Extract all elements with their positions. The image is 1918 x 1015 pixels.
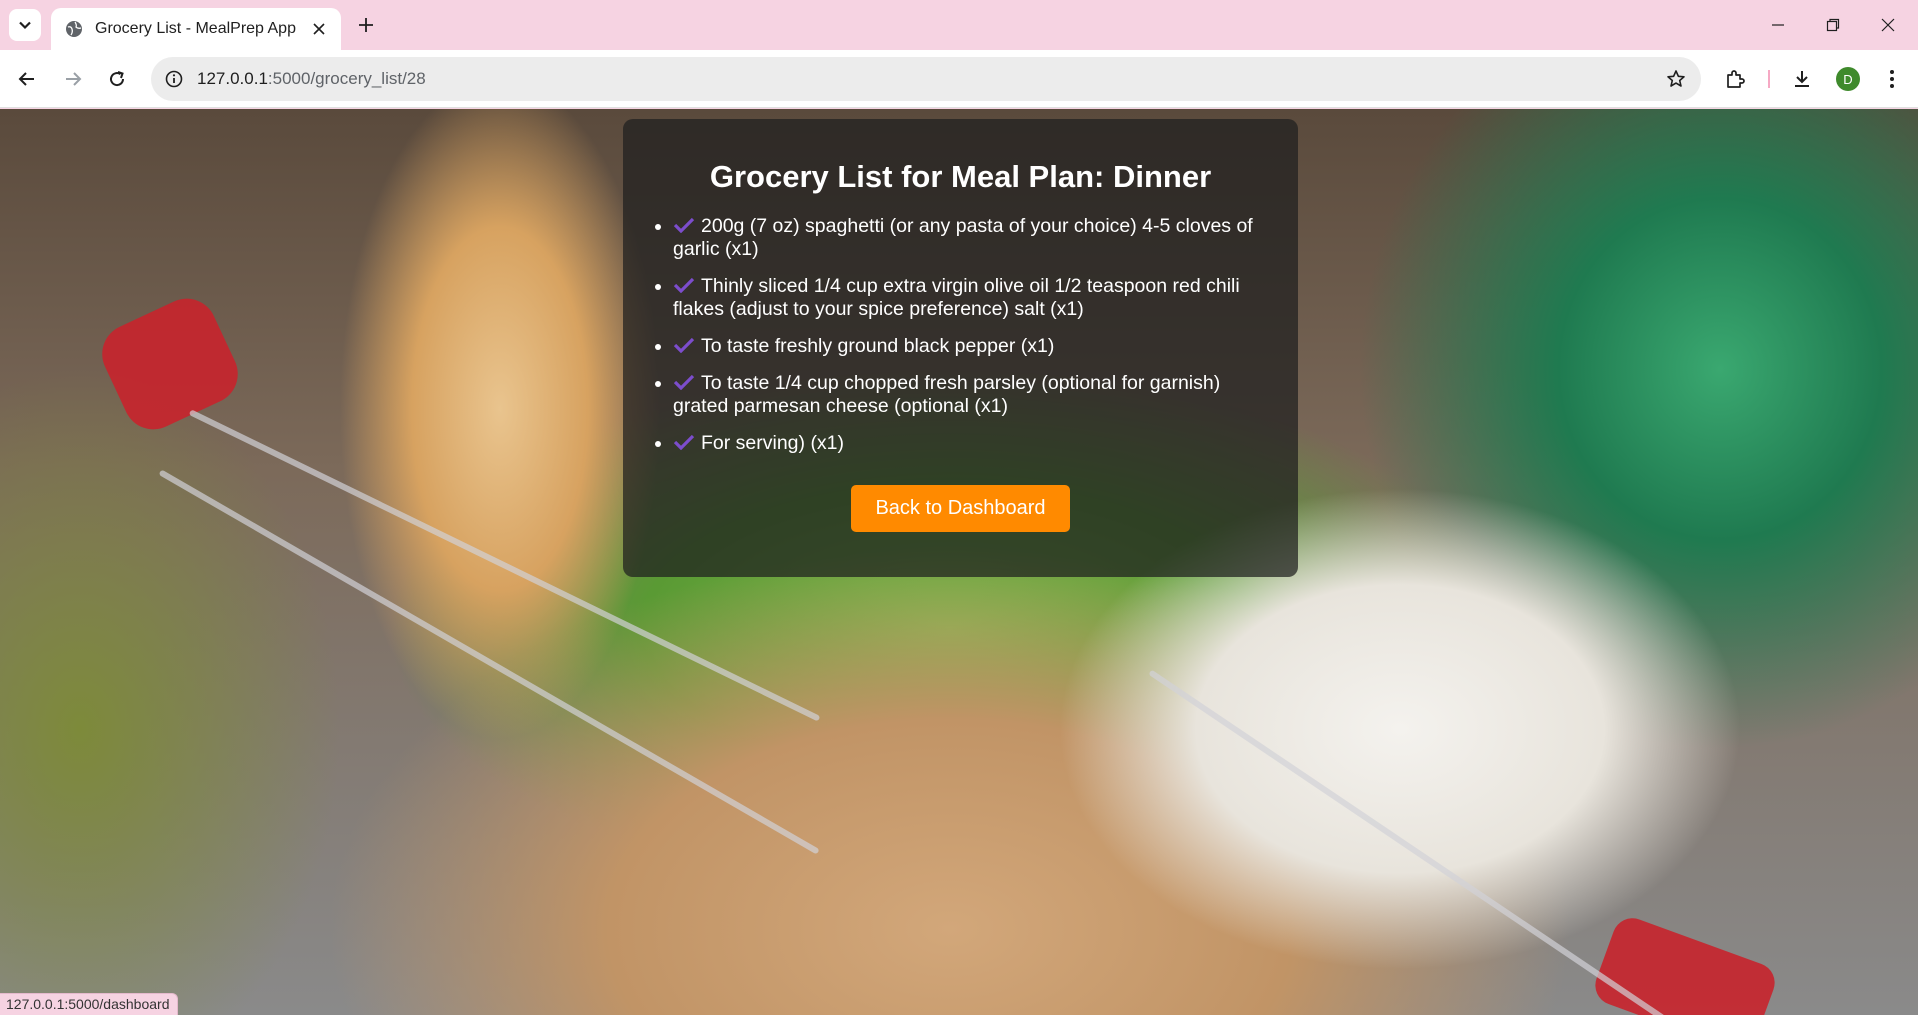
restore-icon bbox=[1826, 18, 1840, 32]
back-nav-button[interactable] bbox=[11, 63, 43, 95]
toolbar-separator bbox=[1768, 70, 1770, 88]
grocery-item-text: Thinly sliced 1/4 cup extra virgin olive… bbox=[673, 275, 1240, 320]
minimize-icon bbox=[1772, 24, 1784, 26]
new-tab-button[interactable] bbox=[352, 11, 380, 39]
close-icon bbox=[1881, 18, 1895, 32]
arrow-right-icon bbox=[66, 72, 82, 86]
tab-close-button[interactable] bbox=[309, 19, 329, 39]
grocery-item: For serving) (x1) bbox=[673, 432, 1272, 455]
grocery-item-text: For serving) (x1) bbox=[701, 432, 845, 454]
close-window-button[interactable] bbox=[1870, 10, 1906, 40]
tab-title: Grocery List - MealPrep App bbox=[95, 20, 296, 37]
grocery-item: To taste 1/4 cup chopped fresh parsley (… bbox=[673, 372, 1272, 418]
tab-bar: Grocery List - MealPrep App bbox=[0, 0, 1918, 50]
globe-icon bbox=[66, 21, 82, 37]
grocery-items-list: 200g (7 oz) spaghetti (or any pasta of y… bbox=[649, 215, 1272, 455]
checkmark-icon bbox=[673, 337, 695, 353]
checkmark-icon bbox=[673, 277, 695, 293]
page-background: Grocery List for Meal Plan: Dinner 200g … bbox=[0, 109, 1918, 1015]
back-to-dashboard-button[interactable]: Back to Dashboard bbox=[851, 485, 1070, 532]
url-path: :5000/grocery_list/28 bbox=[267, 69, 426, 88]
button-container: Back to Dashboard bbox=[649, 485, 1272, 532]
more-vertical-icon bbox=[1890, 70, 1894, 88]
status-bar-url: 127.0.0.1:5000/dashboard bbox=[0, 993, 179, 1015]
checkmark-icon bbox=[673, 434, 695, 450]
downloads-button[interactable] bbox=[1786, 63, 1818, 95]
checkmark-icon bbox=[673, 374, 695, 390]
grocery-item: 200g (7 oz) spaghetti (or any pasta of y… bbox=[673, 215, 1272, 261]
forward-nav-button[interactable] bbox=[57, 63, 89, 95]
close-icon bbox=[313, 23, 325, 35]
cart-handle-decoration bbox=[92, 288, 248, 440]
cart-handle-decoration bbox=[1589, 912, 1781, 1015]
grocery-item: Thinly sliced 1/4 cup extra virgin olive… bbox=[673, 275, 1272, 321]
download-icon bbox=[1795, 71, 1809, 87]
url-host: 127.0.0.1 bbox=[197, 69, 268, 88]
tab-search-button[interactable] bbox=[9, 9, 41, 41]
grocery-item-text: To taste freshly ground black pepper (x1… bbox=[701, 335, 1055, 357]
browser-menu-button[interactable] bbox=[1876, 63, 1908, 95]
grocery-item-text: To taste 1/4 cup chopped fresh parsley (… bbox=[673, 372, 1221, 417]
grocery-item-text: 200g (7 oz) spaghetti (or any pasta of y… bbox=[673, 215, 1253, 260]
browser-toolbar: 127.0.0.1:5000/grocery_list/28 D bbox=[0, 50, 1918, 108]
plus-icon bbox=[359, 18, 373, 32]
checkmark-icon bbox=[673, 217, 695, 233]
puzzle-icon bbox=[1727, 70, 1745, 88]
address-bar[interactable]: 127.0.0.1:5000/grocery_list/28 bbox=[151, 57, 1701, 101]
bookmark-star-icon[interactable] bbox=[1659, 62, 1693, 96]
profile-avatar[interactable]: D bbox=[1836, 67, 1860, 91]
reload-icon bbox=[110, 71, 125, 87]
extensions-button[interactable] bbox=[1719, 63, 1751, 95]
reload-button[interactable] bbox=[101, 63, 133, 95]
grocery-list-card: Grocery List for Meal Plan: Dinner 200g … bbox=[623, 119, 1298, 577]
restore-button[interactable] bbox=[1815, 10, 1851, 40]
site-info-icon[interactable] bbox=[163, 68, 185, 90]
arrow-left-icon bbox=[18, 72, 34, 86]
cart-wire-decoration bbox=[1148, 669, 1666, 1015]
minimize-button[interactable] bbox=[1760, 10, 1796, 40]
browser-tab[interactable]: Grocery List - MealPrep App bbox=[51, 8, 341, 50]
page-title: Grocery List for Meal Plan: Dinner bbox=[709, 159, 1212, 194]
chevron-down-icon bbox=[19, 21, 31, 30]
url-text: 127.0.0.1:5000/grocery_list/28 bbox=[197, 69, 1659, 89]
grocery-item: To taste freshly ground black pepper (x1… bbox=[673, 335, 1272, 358]
